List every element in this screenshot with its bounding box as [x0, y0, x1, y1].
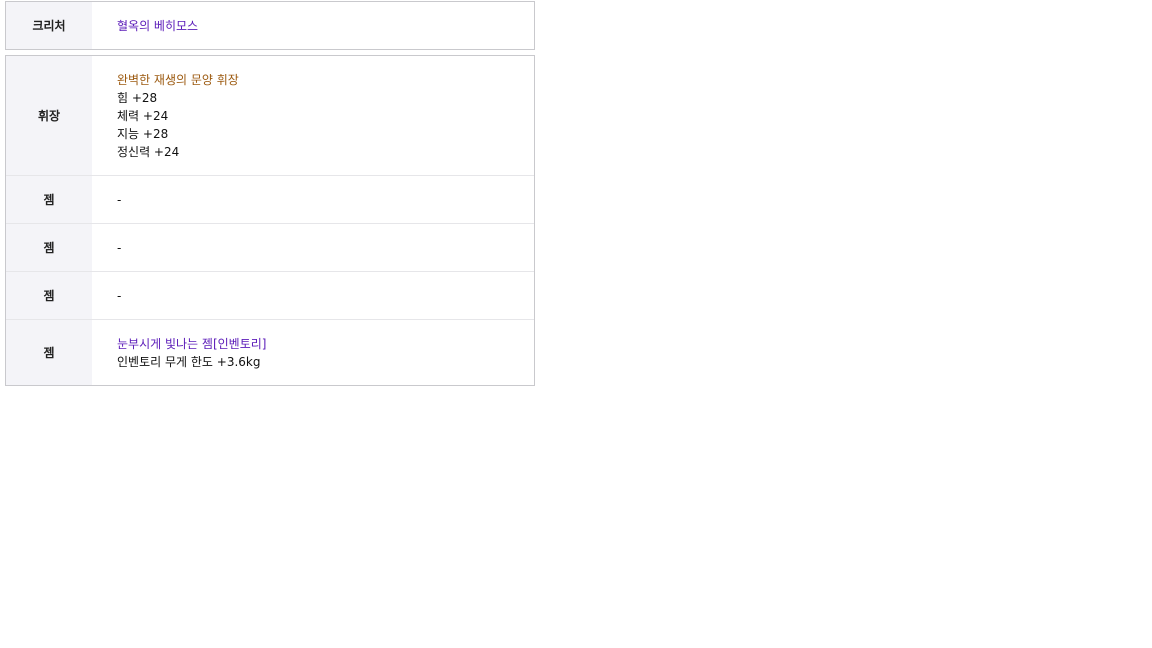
- gem-row-3: 젬 -: [6, 271, 534, 319]
- emblem-gem-panel: 휘장 완벽한 재생의 문양 휘장 힘 +28 체력 +24 지능 +28 정신력…: [5, 55, 535, 386]
- gem-label: 젬: [6, 176, 92, 223]
- creature-row: 크리처 혈옥의 베히모스: [6, 2, 534, 49]
- creature-panel: 크리처 혈옥의 베히모스: [5, 1, 535, 50]
- emblem-content: 완벽한 재생의 문양 휘장 힘 +28 체력 +24 지능 +28 정신력 +2…: [92, 56, 534, 175]
- emblem-stat-vitality: 체력 +24: [117, 108, 169, 123]
- gem-name[interactable]: 눈부시게 빛나는 젬[인벤토리]: [117, 335, 534, 353]
- gem-label: 젬: [6, 320, 92, 385]
- emblem-name[interactable]: 완벽한 재생의 문양 휘장: [117, 71, 534, 89]
- gem-empty-value: -: [117, 192, 122, 207]
- creature-label: 크리처: [6, 2, 92, 49]
- gem-empty-value: -: [117, 240, 122, 255]
- gem-row-4: 젬 눈부시게 빛나는 젬[인벤토리] 인벤토리 무게 한도 +3.6kg: [6, 319, 534, 385]
- emblem-stat-spirit: 정신력 +24: [117, 144, 180, 159]
- gem-empty-value: -: [117, 288, 122, 303]
- gem-content: -: [92, 176, 534, 223]
- emblem-stat-strength: 힘 +28: [117, 90, 158, 105]
- gem-label: 젬: [6, 224, 92, 271]
- gem-effect: 인벤토리 무게 한도 +3.6kg: [117, 354, 261, 369]
- creature-content: 혈옥의 베히모스: [92, 2, 534, 49]
- gem-row-1: 젬 -: [6, 175, 534, 223]
- emblem-row: 휘장 완벽한 재생의 문양 휘장 힘 +28 체력 +24 지능 +28 정신력…: [6, 56, 534, 175]
- creature-name[interactable]: 혈옥의 베히모스: [117, 17, 534, 35]
- emblem-label: 휘장: [6, 56, 92, 175]
- gem-content: -: [92, 224, 534, 271]
- gem-content: 눈부시게 빛나는 젬[인벤토리] 인벤토리 무게 한도 +3.6kg: [92, 320, 534, 385]
- emblem-stat-intelligence: 지능 +28: [117, 126, 169, 141]
- gem-content: -: [92, 272, 534, 319]
- gem-label: 젬: [6, 272, 92, 319]
- gem-row-2: 젬 -: [6, 223, 534, 271]
